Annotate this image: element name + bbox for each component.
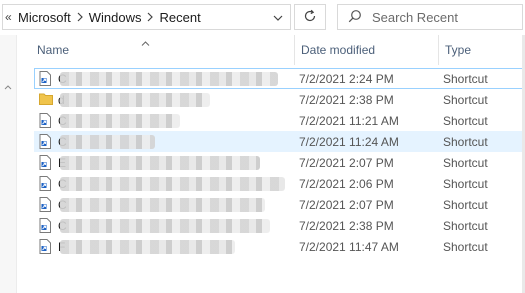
column-header-name[interactable]: Name xyxy=(37,35,293,65)
list-item[interactable]: C 7/2/2021 2:38 PM Shortcut xyxy=(34,215,525,236)
file-name-cell[interactable]: C xyxy=(34,68,294,89)
list-item[interactable]: C 7/2/2021 2:06 PM Shortcut xyxy=(34,173,525,194)
redacted-file-name xyxy=(60,240,235,254)
file-name-cell[interactable]: F xyxy=(34,236,294,257)
chevron-right-icon[interactable] xyxy=(74,11,86,23)
date-modified-cell: 7/2/2021 2:06 PM xyxy=(299,176,394,191)
date-modified-cell: 7/2/2021 2:07 PM xyxy=(299,197,394,212)
chevron-up-icon[interactable] xyxy=(4,79,12,93)
list-item[interactable]: C 7/2/2021 2:07 PM Shortcut xyxy=(34,194,525,215)
redacted-file-name xyxy=(60,135,155,149)
shortcut-icon xyxy=(39,218,51,233)
redacted-file-name xyxy=(60,114,180,128)
sort-ascending-icon xyxy=(141,38,150,48)
list-item[interactable]: d 7/2/2021 2:38 PM Shortcut xyxy=(34,89,525,110)
type-cell: Shortcut xyxy=(443,155,488,170)
type-cell: Shortcut xyxy=(443,92,488,107)
shortcut-icon xyxy=(39,197,51,212)
address-history-dropdown[interactable] xyxy=(266,4,290,30)
folder-icon xyxy=(39,92,53,107)
type-cell: Shortcut xyxy=(443,134,488,149)
date-modified-cell: 7/2/2021 2:24 PM xyxy=(299,71,394,86)
date-modified-cell: 7/2/2021 11:21 AM xyxy=(299,113,399,128)
breadcrumb-recent[interactable]: Recent xyxy=(156,10,203,25)
column-header-date-modified[interactable]: Date modified xyxy=(294,35,438,65)
search-box[interactable]: Search Recent xyxy=(337,4,523,30)
shortcut-icon xyxy=(39,71,51,86)
list-item-selected[interactable]: C 7/2/2021 11:24 AM Shortcut xyxy=(34,131,525,152)
refresh-button[interactable] xyxy=(294,4,326,30)
list-item[interactable]: C 7/2/2021 2:24 PM Shortcut xyxy=(34,68,525,89)
type-cell: Shortcut xyxy=(443,176,488,191)
date-modified-cell: 7/2/2021 11:47 AM xyxy=(299,239,399,254)
type-cell: Shortcut xyxy=(443,113,488,128)
shortcut-icon xyxy=(39,113,51,128)
breadcrumb-microsoft[interactable]: Microsoft xyxy=(15,10,74,25)
shortcut-icon xyxy=(39,134,51,149)
list-item[interactable]: C 7/2/2021 11:21 AM Shortcut xyxy=(34,110,525,131)
redacted-file-name xyxy=(60,93,210,107)
column-header-date-label: Date modified xyxy=(301,43,376,57)
chevron-down-icon xyxy=(273,10,283,24)
type-cell: Shortcut xyxy=(443,239,488,254)
file-name-cell[interactable]: C xyxy=(34,194,294,215)
redacted-file-name xyxy=(60,72,278,86)
shortcut-icon xyxy=(39,176,51,191)
column-header-type-label: Type xyxy=(445,43,472,57)
shortcut-icon xyxy=(39,155,51,170)
redacted-file-name xyxy=(60,156,260,170)
list-item[interactable]: E 7/2/2021 2:07 PM Shortcut xyxy=(34,152,525,173)
shortcut-icon xyxy=(39,239,51,254)
column-header-name-label: Name xyxy=(37,43,70,57)
redacted-file-name xyxy=(60,177,285,191)
file-name-cell[interactable]: C xyxy=(34,215,294,236)
chevron-right-icon[interactable] xyxy=(144,11,156,23)
date-modified-cell: 7/2/2021 2:38 PM xyxy=(299,218,394,233)
breadcrumb-overflow-button[interactable]: « xyxy=(5,10,15,24)
type-cell: Shortcut xyxy=(443,218,488,233)
redacted-file-name xyxy=(60,219,270,233)
search-icon xyxy=(348,9,362,26)
address-toolbar: « Microsoft Windows Recent Search Recent xyxy=(0,0,525,35)
breadcrumb-windows[interactable]: Windows xyxy=(86,10,145,25)
type-cell: Shortcut xyxy=(443,197,488,212)
search-input[interactable]: Search Recent xyxy=(372,10,458,25)
column-headers: Name Date modified Type xyxy=(17,35,525,65)
refresh-icon xyxy=(303,9,317,26)
file-name-cell[interactable]: C xyxy=(34,131,294,152)
address-bar[interactable]: « Microsoft Windows Recent xyxy=(2,4,291,30)
type-cell: Shortcut xyxy=(443,71,488,86)
file-name-cell[interactable]: C xyxy=(34,110,294,131)
redacted-file-name xyxy=(60,198,265,212)
navigation-pane-edge[interactable] xyxy=(0,35,17,293)
list-item[interactable]: F 7/2/2021 11:47 AM Shortcut xyxy=(34,236,525,257)
date-modified-cell: 7/2/2021 11:24 AM xyxy=(299,134,399,149)
file-name-cell[interactable]: d xyxy=(34,89,294,110)
column-header-type[interactable]: Type xyxy=(438,35,525,65)
date-modified-cell: 7/2/2021 2:07 PM xyxy=(299,155,394,170)
file-name-cell[interactable]: E xyxy=(34,152,294,173)
file-name-cell[interactable]: C xyxy=(34,173,294,194)
date-modified-cell: 7/2/2021 2:38 PM xyxy=(299,92,394,107)
file-list: C 7/2/2021 2:24 PM Shortcut d 7/2/2021 2… xyxy=(34,68,525,257)
